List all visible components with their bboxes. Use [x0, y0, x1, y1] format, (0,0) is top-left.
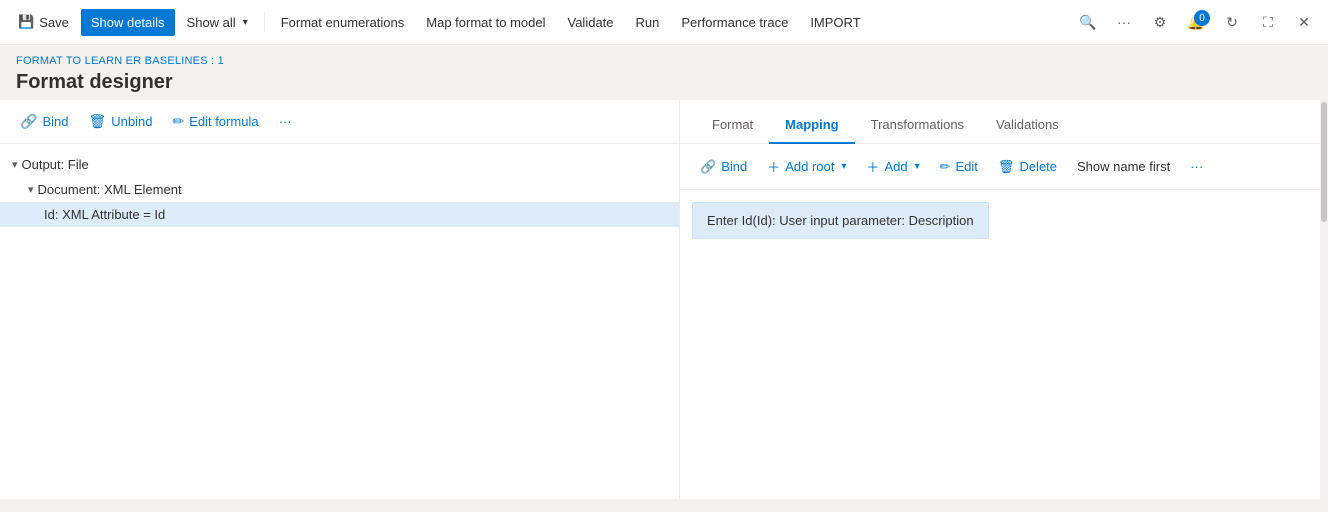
delete-button[interactable]: 🗑 Delete — [990, 154, 1065, 180]
right-bind-button[interactable]: 🔗 Bind — [692, 154, 755, 180]
tab-validations[interactable]: Validations — [980, 107, 1075, 144]
tree-item-output[interactable]: ▾ Output: File — [0, 152, 679, 177]
show-details-label: Show details — [91, 15, 165, 30]
page-title: Format designer — [16, 71, 1312, 94]
edit-formula-label: Edit formula — [189, 114, 258, 129]
performance-trace-label: Performance trace — [681, 15, 788, 30]
tab-transformations[interactable]: Transformations — [855, 107, 980, 144]
show-all-chevron-icon: ▾ — [243, 17, 248, 28]
show-all-button[interactable]: Show all ▾ — [177, 9, 258, 36]
breadcrumb: FORMAT TO LEARN ER BASELINES : 1 — [16, 55, 1312, 67]
show-details-button[interactable]: Show details — [81, 9, 175, 36]
right-toolbar: 🔗 Bind ＋ Add root ▾ ＋ Add ▾ ✏ Edit 🗑 Del… — [680, 144, 1328, 190]
main-toolbar: 💾 Save Show details Show all ▾ Format en… — [0, 0, 1328, 45]
add-root-button[interactable]: ＋ Add root ▾ — [759, 152, 854, 181]
unlink-icon: 🗑 — [88, 113, 106, 130]
tab-format-label: Format — [712, 117, 753, 132]
scrollbar-thumb[interactable] — [1321, 102, 1327, 222]
more-options-label: ··· — [1117, 14, 1131, 30]
pencil-icon: ✏ — [172, 113, 184, 130]
edit-button[interactable]: ✏ Edit — [932, 154, 986, 180]
left-more-label: ··· — [279, 114, 292, 129]
toolbar-separator — [264, 12, 265, 32]
map-format-to-model-label: Map format to model — [426, 15, 545, 30]
refresh-button[interactable]: ↻ — [1216, 6, 1248, 38]
map-format-to-model-button[interactable]: Map format to model — [416, 9, 555, 36]
bind-label: Bind — [42, 114, 68, 129]
validate-button[interactable]: Validate — [558, 9, 624, 36]
add-chevron-icon: ▾ — [915, 161, 920, 172]
tree-item-label: Output: File — [22, 157, 89, 172]
left-pane: 🔗 Bind 🗑 Unbind ✏ Edit formula ··· ▾ Out… — [0, 100, 680, 499]
tabs: Format Mapping Transformations Validatio… — [680, 100, 1328, 144]
tree-item-id[interactable]: Id: XML Attribute = Id — [0, 202, 679, 227]
format-enumerations-label: Format enumerations — [281, 15, 405, 30]
tree-item-label: Document: XML Element — [38, 182, 182, 197]
bind-button[interactable]: 🔗 Bind — [12, 108, 76, 135]
tab-transformations-label: Transformations — [871, 117, 964, 132]
tab-format[interactable]: Format — [696, 107, 769, 144]
tab-validations-label: Validations — [996, 117, 1059, 132]
more-options-button[interactable]: ··· — [1108, 6, 1140, 38]
search-button[interactable]: 🔍 — [1072, 6, 1104, 38]
performance-trace-button[interactable]: Performance trace — [671, 9, 798, 36]
edit-pencil-icon: ✏ — [940, 159, 951, 175]
maximize-button[interactable]: ⛶ — [1252, 6, 1284, 38]
tab-mapping-label: Mapping — [785, 117, 838, 132]
edit-formula-button[interactable]: ✏ Edit formula — [164, 108, 266, 135]
right-more-button[interactable]: ··· — [1182, 154, 1211, 179]
tab-mapping[interactable]: Mapping — [769, 107, 854, 144]
add-label: Add — [884, 159, 907, 174]
tree-item-document[interactable]: ▾ Document: XML Element — [0, 177, 679, 202]
show-all-label: Show all — [187, 15, 236, 30]
save-icon: 💾 — [18, 14, 34, 30]
right-pane: Format Mapping Transformations Validatio… — [680, 100, 1328, 499]
format-enumerations-button[interactable]: Format enumerations — [271, 9, 415, 36]
delete-label: Delete — [1019, 159, 1057, 174]
left-toolbar: 🔗 Bind 🗑 Unbind ✏ Edit formula ··· — [0, 100, 679, 144]
add-root-chevron-icon: ▾ — [841, 161, 846, 172]
unbind-button[interactable]: 🗑 Unbind — [80, 108, 160, 135]
breadcrumb-text: FORMAT TO LEARN ER BASELINES : — [16, 55, 214, 67]
add-root-label: Add root — [785, 159, 834, 174]
right-content: Enter Id(Id): User input parameter: Desc… — [680, 190, 1328, 499]
edit-label: Edit — [956, 159, 978, 174]
unbind-label: Unbind — [111, 114, 152, 129]
link-icon: 🔗 — [20, 113, 37, 130]
mapping-card-text: Enter Id(Id): User input parameter: Desc… — [707, 213, 974, 228]
plus-icon: ＋ — [767, 157, 780, 176]
settings-button[interactable]: ⚙ — [1144, 6, 1176, 38]
import-label: IMPORT — [810, 15, 860, 30]
scrollbar[interactable] — [1320, 100, 1328, 499]
notification-badge: 0 — [1194, 10, 1210, 26]
validate-label: Validate — [568, 15, 614, 30]
right-link-icon: 🔗 — [700, 159, 716, 175]
tree-area: ▾ Output: File ▾ Document: XML Element I… — [0, 144, 679, 499]
toolbar-right: 🔍 ··· ⚙ 🔔 0 ↻ ⛶ ✕ — [1072, 6, 1320, 38]
show-name-first-label: Show name first — [1077, 159, 1170, 174]
run-button[interactable]: Run — [626, 9, 670, 36]
close-button[interactable]: ✕ — [1288, 6, 1320, 38]
collapse-icon: ▾ — [12, 158, 18, 171]
save-label: Save — [39, 15, 69, 30]
left-more-button[interactable]: ··· — [271, 109, 300, 134]
main-content: 🔗 Bind 🗑 Unbind ✏ Edit formula ··· ▾ Out… — [0, 100, 1328, 499]
right-bind-label: Bind — [721, 159, 747, 174]
plus2-icon: ＋ — [866, 157, 879, 176]
show-name-first-button[interactable]: Show name first — [1069, 154, 1178, 179]
breadcrumb-number: 1 — [218, 55, 224, 67]
mapping-card: Enter Id(Id): User input parameter: Desc… — [692, 202, 989, 239]
import-button[interactable]: IMPORT — [800, 9, 870, 36]
header-area: FORMAT TO LEARN ER BASELINES : 1 Format … — [0, 45, 1328, 100]
run-label: Run — [636, 15, 660, 30]
collapse-icon: ▾ — [28, 183, 34, 196]
save-button[interactable]: 💾 Save — [8, 8, 79, 36]
right-more-label: ··· — [1190, 159, 1203, 174]
trash-icon: 🗑 — [998, 159, 1015, 175]
notifications-button[interactable]: 🔔 0 — [1180, 6, 1212, 38]
add-button[interactable]: ＋ Add ▾ — [858, 152, 927, 181]
tree-item-label: Id: XML Attribute = Id — [44, 207, 165, 222]
